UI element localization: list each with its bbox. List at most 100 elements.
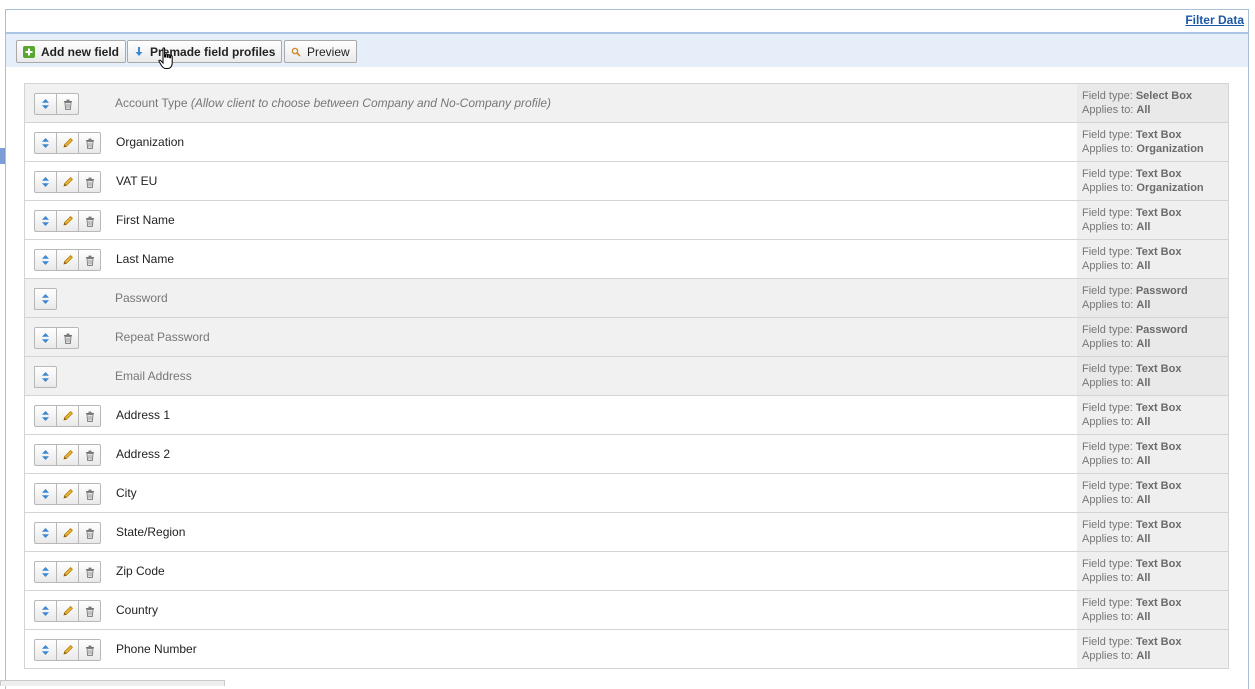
edit-button[interactable] (56, 639, 79, 661)
move-button[interactable] (34, 561, 57, 583)
applies-to-line: Applies to: All (1082, 376, 1228, 390)
row-actions (34, 444, 101, 466)
preview-button[interactable]: Preview (284, 40, 357, 63)
up-down-arrows-icon (41, 488, 50, 500)
pencil-icon (62, 449, 74, 461)
move-button[interactable] (34, 600, 57, 622)
edit-button[interactable] (56, 210, 79, 232)
field-type-value: Text Box (1135, 402, 1182, 414)
field-type-value: Text Box (1135, 597, 1182, 609)
field-type-line: Field type: Text Box (1082, 518, 1228, 532)
up-down-arrows-icon (41, 332, 50, 344)
delete-button[interactable] (78, 522, 101, 544)
move-button[interactable] (34, 327, 57, 349)
delete-button[interactable] (78, 600, 101, 622)
move-button[interactable] (34, 366, 57, 388)
delete-button[interactable] (78, 249, 101, 271)
field-row: City Field type: Text Box Applies to: All (25, 474, 1228, 513)
move-button[interactable] (34, 483, 57, 505)
delete-button[interactable] (78, 171, 101, 193)
edit-button[interactable] (56, 600, 79, 622)
delete-button[interactable] (78, 561, 101, 583)
move-button[interactable] (34, 249, 57, 271)
move-button[interactable] (34, 210, 57, 232)
row-actions (34, 132, 101, 154)
delete-button[interactable] (78, 483, 101, 505)
delete-button[interactable] (78, 444, 101, 466)
delete-button[interactable] (78, 639, 101, 661)
move-button[interactable] (34, 639, 57, 661)
up-down-arrows-icon (41, 137, 50, 149)
edit-button[interactable] (56, 171, 79, 193)
up-down-arrows-icon (41, 176, 50, 188)
field-type-value: Text Box (1135, 246, 1182, 258)
applies-to-prefix: Applies to: (1082, 221, 1137, 233)
move-button[interactable] (34, 522, 57, 544)
trash-icon (85, 645, 95, 656)
edit-button[interactable] (56, 405, 79, 427)
pencil-icon (62, 176, 74, 188)
trash-icon (85, 528, 95, 539)
field-name: First Name (116, 213, 175, 227)
field-label: Phone Number (116, 642, 197, 656)
row-actions (34, 639, 101, 661)
move-button[interactable] (34, 171, 57, 193)
field-meta: Field type: Text Box Applies to: All (1077, 240, 1228, 278)
move-button[interactable] (34, 288, 57, 310)
delete-button[interactable] (56, 327, 79, 349)
edit-button[interactable] (56, 561, 79, 583)
up-down-arrows-icon (41, 293, 50, 305)
field-meta: Field type: Text Box Applies to: All (1077, 630, 1228, 668)
move-button[interactable] (34, 405, 57, 427)
edit-button[interactable] (56, 483, 79, 505)
up-down-arrows-icon (41, 527, 50, 539)
edit-button[interactable] (56, 522, 79, 544)
field-type-prefix: Field type: (1082, 480, 1136, 492)
delete-button[interactable] (78, 132, 101, 154)
field-type-prefix: Field type: (1082, 558, 1136, 570)
field-name: Address 2 (116, 447, 171, 461)
applies-to-value: All (1136, 650, 1151, 662)
pencil-icon (62, 254, 74, 266)
status-bar (0, 680, 225, 686)
edit-button[interactable] (56, 132, 79, 154)
field-row: Address 1 Field type: Text Box Applies to:… (25, 396, 1228, 435)
edit-button[interactable] (56, 444, 79, 466)
delete-button[interactable] (78, 210, 101, 232)
delete-button[interactable] (56, 93, 79, 115)
field-label: Address 2 (116, 447, 170, 461)
row-actions (34, 249, 101, 271)
field-label: Password (115, 291, 168, 305)
field-note: (Allow client to choose between Company … (190, 96, 552, 110)
field-type-prefix: Field type: (1082, 597, 1136, 609)
applies-to-prefix: Applies to: (1082, 455, 1137, 467)
delete-button[interactable] (78, 405, 101, 427)
move-button[interactable] (34, 93, 57, 115)
up-down-arrows-icon (41, 98, 50, 110)
applies-to-prefix: Applies to: (1082, 572, 1137, 584)
field-name: Repeat Password (115, 330, 210, 344)
edit-button[interactable] (56, 249, 79, 271)
move-button[interactable] (34, 444, 57, 466)
row-actions (34, 600, 101, 622)
premade-field-profiles-button[interactable]: Premade field profiles (127, 40, 283, 63)
field-meta: Field type: Text Box Applies to: All (1077, 435, 1228, 473)
trash-icon (85, 450, 95, 461)
field-type-line: Field type: Text Box (1082, 206, 1228, 220)
add-new-field-button[interactable]: Add new field (16, 40, 126, 63)
move-button[interactable] (34, 132, 57, 154)
applies-to-prefix: Applies to: (1082, 143, 1137, 155)
field-meta: Field type: Text Box Applies to: All (1077, 474, 1228, 512)
applies-to-value: All (1136, 416, 1151, 428)
applies-to-value: All (1136, 611, 1151, 623)
field-type-prefix: Field type: (1082, 90, 1136, 102)
applies-to-prefix: Applies to: (1082, 494, 1137, 506)
field-row: Zip Code Field type: Text Box Applies to: … (25, 552, 1228, 591)
field-label: Address 1 (116, 408, 170, 422)
field-meta: Field type: Password Applies to: All (1077, 279, 1228, 317)
applies-to-line: Applies to: All (1082, 493, 1228, 507)
field-row: Last Name Field type: Text Box Applies to:… (25, 240, 1228, 279)
applies-to-value: All (1136, 494, 1151, 506)
filter-data-link[interactable]: Filter Data (1185, 13, 1244, 27)
field-type-prefix: Field type: (1082, 636, 1136, 648)
